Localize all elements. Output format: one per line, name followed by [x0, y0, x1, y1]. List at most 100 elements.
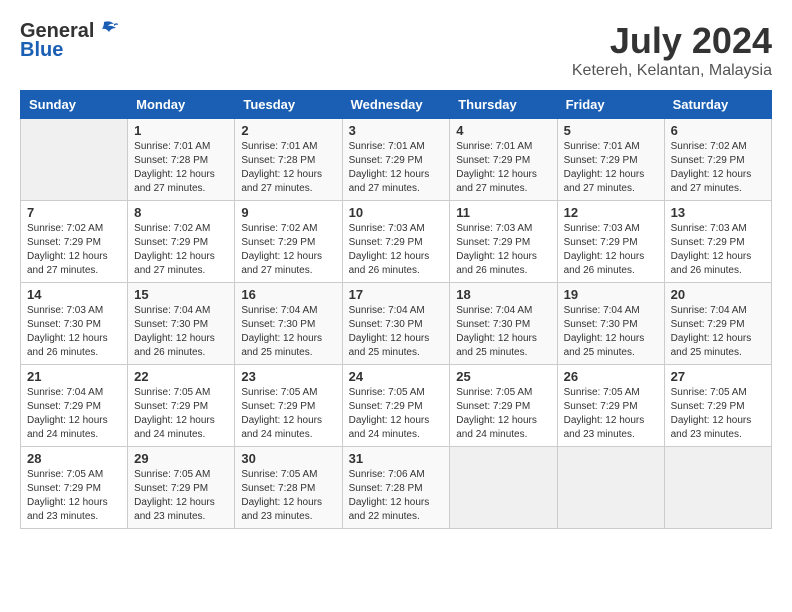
calendar-cell: 5Sunrise: 7:01 AM Sunset: 7:29 PM Daylig… [557, 119, 664, 201]
weekday-header-thursday: Thursday [450, 91, 557, 119]
calendar-table: SundayMondayTuesdayWednesdayThursdayFrid… [20, 90, 772, 529]
day-number: 22 [134, 369, 228, 384]
week-row-3: 21 Sunrise: 7:04 AM Sunset: 7:29 PM Dayli… [21, 365, 772, 447]
day-info: Sunrise: 7:05 AM Sunset: 7:29 PM Dayligh… [349, 386, 444, 442]
day-number: 7 [27, 205, 121, 220]
week-row-4: 28 Sunrise: 7:05 AM Sunset: 7:29 PM Dayli… [21, 447, 772, 529]
day-info: Sunrise: 7:05 AM Sunset: 7:29 PM Dayligh… [134, 468, 228, 524]
calendar-cell: 29 Sunrise: 7:05 AM Sunset: 7:29 PM Dayli… [128, 447, 235, 529]
calendar-cell: 1 Sunrise: 7:01 AM Sunset: 7:28 PM Daylig… [128, 119, 235, 201]
calendar-cell: 17 Sunrise: 7:04 AM Sunset: 7:30 PM Dayli… [342, 283, 450, 365]
weekday-header-tuesday: Tuesday [235, 91, 342, 119]
calendar-cell [557, 447, 664, 529]
day-info: Sunrise: 7:04 AM Sunset: 7:30 PM Dayligh… [456, 304, 550, 360]
day-info: Sunrise: 7:06 AM Sunset: 7:28 PM Dayligh… [349, 468, 444, 524]
calendar-cell: 28Sunrise: 7:05 AM Sunset: 7:29 PM Dayli… [21, 447, 128, 529]
day-number: 15 [134, 287, 228, 302]
day-info: Sunrise: 7:05 AM Sunset: 7:29 PM Dayligh… [456, 386, 550, 442]
day-number: 8 [134, 205, 228, 220]
calendar-cell: 26Sunrise: 7:05 AM Sunset: 7:29 PM Dayli… [557, 365, 664, 447]
day-number: 21 [27, 369, 121, 384]
calendar-cell [21, 119, 128, 201]
day-info: Sunrise: 7:03 AM Sunset: 7:29 PM Dayligh… [671, 222, 765, 278]
day-info: Sunrise: 7:02 AM Sunset: 7:29 PM Dayligh… [671, 140, 765, 196]
day-number: 12 [564, 205, 658, 220]
day-number: 6 [671, 123, 765, 138]
calendar-cell: 14Sunrise: 7:03 AM Sunset: 7:30 PM Dayli… [21, 283, 128, 365]
calendar-cell: 30 Sunrise: 7:05 AM Sunset: 7:28 PM Dayli… [235, 447, 342, 529]
day-info: Sunrise: 7:05 AM Sunset: 7:28 PM Dayligh… [241, 468, 335, 524]
header: General Blue July 2024 Ketereh, Kelantan… [20, 20, 772, 80]
calendar-cell: 25 Sunrise: 7:05 AM Sunset: 7:29 PM Dayli… [450, 365, 557, 447]
day-number: 13 [671, 205, 765, 220]
day-number: 27 [671, 369, 765, 384]
weekday-header-friday: Friday [557, 91, 664, 119]
day-info: Sunrise: 7:04 AM Sunset: 7:30 PM Dayligh… [241, 304, 335, 360]
day-number: 17 [349, 287, 444, 302]
day-info: Sunrise: 7:05 AM Sunset: 7:29 PM Dayligh… [564, 386, 658, 442]
calendar-cell: 31 Sunrise: 7:06 AM Sunset: 7:28 PM Dayli… [342, 447, 450, 529]
day-info: Sunrise: 7:02 AM Sunset: 7:29 PM Dayligh… [241, 222, 335, 278]
day-info: Sunrise: 7:01 AM Sunset: 7:28 PM Dayligh… [134, 140, 228, 196]
calendar-cell: 9 Sunrise: 7:02 AM Sunset: 7:29 PM Daylig… [235, 201, 342, 283]
calendar-cell: 21 Sunrise: 7:04 AM Sunset: 7:29 PM Dayli… [21, 365, 128, 447]
calendar-cell: 4Sunrise: 7:01 AM Sunset: 7:29 PM Daylig… [450, 119, 557, 201]
calendar-cell: 16 Sunrise: 7:04 AM Sunset: 7:30 PM Dayli… [235, 283, 342, 365]
day-info: Sunrise: 7:05 AM Sunset: 7:29 PM Dayligh… [671, 386, 765, 442]
calendar-cell: 2 Sunrise: 7:01 AM Sunset: 7:28 PM Daylig… [235, 119, 342, 201]
day-number: 23 [241, 369, 335, 384]
day-number: 24 [349, 369, 444, 384]
day-info: Sunrise: 7:04 AM Sunset: 7:30 PM Dayligh… [134, 304, 228, 360]
day-number: 3 [349, 123, 444, 138]
calendar-cell: 20 Sunrise: 7:04 AM Sunset: 7:29 PM Dayli… [664, 283, 771, 365]
weekday-header-saturday: Saturday [664, 91, 771, 119]
month-title: July 2024 [572, 20, 772, 62]
day-number: 10 [349, 205, 444, 220]
day-info: Sunrise: 7:04 AM Sunset: 7:29 PM Dayligh… [671, 304, 765, 360]
calendar-cell: 6 Sunrise: 7:02 AM Sunset: 7:29 PM Daylig… [664, 119, 771, 201]
day-info: Sunrise: 7:03 AM Sunset: 7:29 PM Dayligh… [456, 222, 550, 278]
calendar-cell: 12 Sunrise: 7:03 AM Sunset: 7:29 PM Dayli… [557, 201, 664, 283]
day-info: Sunrise: 7:02 AM Sunset: 7:29 PM Dayligh… [134, 222, 228, 278]
day-info: Sunrise: 7:01 AM Sunset: 7:28 PM Dayligh… [241, 140, 335, 196]
week-row-1: 7 Sunrise: 7:02 AM Sunset: 7:29 PM Daylig… [21, 201, 772, 283]
day-info: Sunrise: 7:01 AM Sunset: 7:29 PM Dayligh… [456, 140, 550, 196]
day-number: 31 [349, 451, 444, 466]
day-info: Sunrise: 7:03 AM Sunset: 7:30 PM Dayligh… [27, 304, 121, 360]
day-info: Sunrise: 7:04 AM Sunset: 7:30 PM Dayligh… [349, 304, 444, 360]
calendar-cell: 22 Sunrise: 7:05 AM Sunset: 7:29 PM Dayli… [128, 365, 235, 447]
logo-bird-icon [96, 20, 118, 40]
day-number: 18 [456, 287, 550, 302]
day-number: 29 [134, 451, 228, 466]
logo: General Blue [20, 20, 118, 62]
calendar-cell: 23 Sunrise: 7:05 AM Sunset: 7:29 PM Dayli… [235, 365, 342, 447]
day-number: 30 [241, 451, 335, 466]
day-number: 25 [456, 369, 550, 384]
calendar-cell [664, 447, 771, 529]
weekday-header-monday: Monday [128, 91, 235, 119]
weekday-header-wednesday: Wednesday [342, 91, 450, 119]
day-info: Sunrise: 7:01 AM Sunset: 7:29 PM Dayligh… [349, 140, 444, 196]
day-number: 2 [241, 123, 335, 138]
day-number: 16 [241, 287, 335, 302]
day-number: 20 [671, 287, 765, 302]
calendar-cell: 7Sunrise: 7:02 AM Sunset: 7:29 PM Daylig… [21, 201, 128, 283]
calendar-cell: 15 Sunrise: 7:04 AM Sunset: 7:30 PM Dayli… [128, 283, 235, 365]
calendar-cell: 19Sunrise: 7:04 AM Sunset: 7:30 PM Dayli… [557, 283, 664, 365]
day-number: 11 [456, 205, 550, 220]
day-info: Sunrise: 7:03 AM Sunset: 7:29 PM Dayligh… [564, 222, 658, 278]
day-number: 1 [134, 123, 228, 138]
day-info: Sunrise: 7:05 AM Sunset: 7:29 PM Dayligh… [241, 386, 335, 442]
day-number: 9 [241, 205, 335, 220]
day-number: 28 [27, 451, 121, 466]
day-info: Sunrise: 7:01 AM Sunset: 7:29 PM Dayligh… [564, 140, 658, 196]
calendar-cell: 11 Sunrise: 7:03 AM Sunset: 7:29 PM Dayli… [450, 201, 557, 283]
week-row-2: 14Sunrise: 7:03 AM Sunset: 7:30 PM Dayli… [21, 283, 772, 365]
day-number: 19 [564, 287, 658, 302]
day-info: Sunrise: 7:04 AM Sunset: 7:29 PM Dayligh… [27, 386, 121, 442]
calendar-cell: 13 Sunrise: 7:03 AM Sunset: 7:29 PM Dayli… [664, 201, 771, 283]
logo-blue-text: Blue [20, 39, 63, 62]
day-info: Sunrise: 7:05 AM Sunset: 7:29 PM Dayligh… [134, 386, 228, 442]
location-title: Ketereh, Kelantan, Malaysia [572, 62, 772, 80]
calendar-cell: 10Sunrise: 7:03 AM Sunset: 7:29 PM Dayli… [342, 201, 450, 283]
